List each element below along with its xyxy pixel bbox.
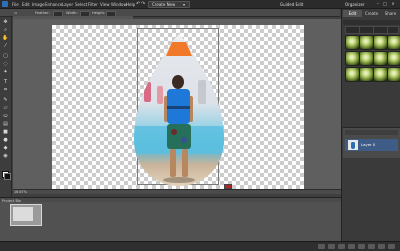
layer-thumbnail [348,140,358,150]
eraser-icon[interactable]: ▱ [2,105,9,111]
document-window [13,19,343,190]
maximize-icon[interactable]: □ [382,1,388,6]
menu-bar: File Edit Image Enhance Layer Select Fil… [0,0,400,9]
width-label: Width: [66,10,78,15]
menu-enhance[interactable]: Enhance [45,2,62,7]
create-new-label: Create New [152,2,176,8]
shorts-pattern-1 [171,129,177,135]
boy-shadow [163,177,195,183]
marquee-icon[interactable]: ▢ [2,53,9,59]
board-shorts [167,124,191,149]
effect-thumbnail[interactable] [387,51,400,66]
menu-layer[interactable]: Layer [62,2,73,7]
text-tool-icon[interactable]: T [2,79,9,85]
toolbox: ✥ ⌕ ✋ ⁄ ▢ ◌ ✦ T ⌗ ✎ ▱ ⛀ ▤ ■ ● ◆ ◉ [0,17,12,197]
shape-tool-icon[interactable]: ■ [2,129,9,135]
effect-thumbnail[interactable] [345,35,360,50]
redo-icon[interactable]: ↷ [141,1,145,7]
brush-icon[interactable]: ✎ [2,97,9,103]
vest-strap [167,106,190,109]
eyedropper-icon[interactable]: ⁄ [2,43,9,49]
undo-icon[interactable]: ↶ [136,1,140,7]
task-icon[interactable] [338,244,345,249]
boy-right-leg [182,149,188,177]
tab-share[interactable]: Share [381,10,400,17]
boy-head [172,75,184,89]
transparent-canvas[interactable] [52,25,304,189]
zoom-readout: 16.67% [14,189,27,194]
zoom-tool-icon[interactable]: ⌕ [2,27,9,33]
task-icon[interactable] [358,244,365,249]
task-icon[interactable] [318,244,325,249]
effects-category-styles[interactable] [359,26,374,34]
menu-select[interactable]: Select [75,2,87,7]
task-icon[interactable] [348,244,355,249]
create-new-dropdown[interactable]: Create New ▾ [148,1,190,8]
minimize-icon[interactable]: – [375,1,381,6]
effect-thumbnail[interactable] [387,67,400,82]
menu-filter[interactable]: Filter [88,2,98,7]
blur-tool-icon[interactable]: ● [2,137,9,143]
effect-thumbnail[interactable] [373,35,388,50]
panel-bin: Edit Create Share Layer 0 [341,9,400,241]
effects-category-photo[interactable] [373,26,388,34]
effect-thumbnail[interactable] [359,67,374,82]
magic-wand-icon[interactable]: ✦ [2,69,9,75]
chevron-down-icon: ▾ [183,2,186,8]
move-tool-icon[interactable]: ✥ [2,19,9,25]
menu-view[interactable]: View [100,2,110,7]
project-bin [0,202,341,241]
bg-person-3 [198,80,206,104]
guided-edit-button[interactable]: Guided Edit [280,2,303,7]
bg-person-2 [157,86,163,104]
feather-label: Feather: [35,10,50,15]
sponge-tool-icon[interactable]: ◆ [2,145,9,151]
effect-thumbnail[interactable] [359,51,374,66]
tab-edit[interactable]: Edit [343,10,362,17]
effect-thumbnail[interactable] [387,35,400,50]
effect-thumbnail[interactable] [345,51,360,66]
task-icon[interactable] [378,244,385,249]
red-eye-tool-icon[interactable]: ◉ [2,153,9,159]
project-bin-thumbnail[interactable] [10,204,42,226]
menu-image[interactable]: Image [32,2,45,7]
effects-category-filters[interactable] [345,26,360,34]
crop-tool-icon[interactable]: ⌗ [2,87,9,93]
close-icon[interactable]: × [390,1,396,6]
background-color-swatch[interactable] [4,173,11,180]
task-icon[interactable] [368,244,375,249]
hand-tool-icon[interactable]: ✋ [2,35,9,41]
task-icon[interactable] [328,244,335,249]
task-icon[interactable] [388,244,395,249]
effect-thumbnail[interactable] [359,35,374,50]
tab-create[interactable]: Create [362,10,381,17]
menu-help[interactable]: Help [126,2,135,7]
effects-grid [345,35,400,83]
lasso-icon[interactable]: ◌ [2,61,9,67]
layer-row[interactable]: Layer 0 [345,139,398,151]
paint-bucket-icon[interactable]: ⛀ [2,113,9,119]
effect-thumbnail[interactable] [373,51,388,66]
menu-window[interactable]: Window [111,2,127,7]
effect-thumbnail[interactable] [373,67,388,82]
marquee-options-icon[interactable]: ▭ [14,11,17,15]
layers-toolbar [345,130,398,135]
status-bar: 16.67% [13,189,343,194]
menu-file[interactable]: File [12,2,19,7]
shorts-pattern-2 [181,137,187,143]
organizer-button[interactable]: Organizer [345,2,365,7]
app-logo [2,1,8,7]
gradient-icon[interactable]: ▤ [2,121,9,127]
height-label: Height: [92,10,106,15]
effects-panel-header [343,20,400,25]
boy-left-leg [170,149,176,177]
effects-category-menu[interactable] [387,26,399,34]
layers-panel: Layer 0 [343,127,400,158]
layer-name: Layer 0 [361,142,376,147]
menu-edit[interactable]: Edit [22,2,30,7]
effect-thumbnail[interactable] [345,67,360,82]
thumbnail-preview [13,207,33,221]
